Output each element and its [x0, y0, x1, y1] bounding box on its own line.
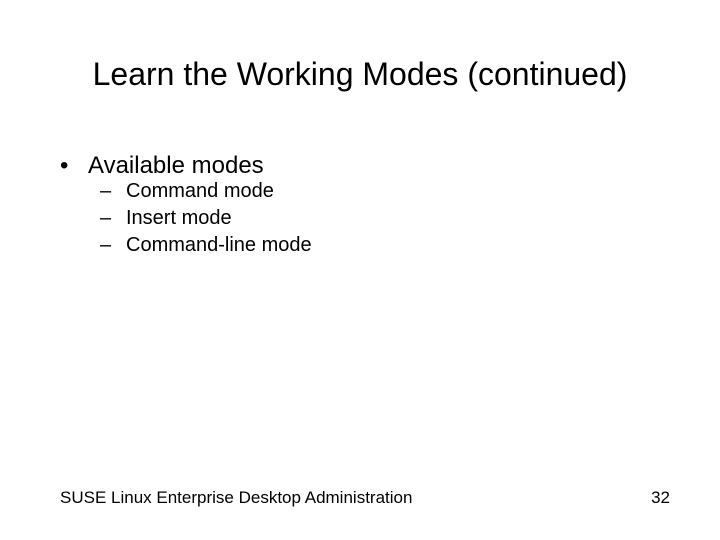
- dash-icon: –: [100, 180, 126, 203]
- bullet-label: Insert mode: [126, 207, 232, 230]
- bullet-label: Command mode: [126, 180, 274, 203]
- bullet-label: Available modes: [88, 152, 264, 180]
- list-item: • Available modes: [60, 152, 660, 180]
- bullet-label: Command-line mode: [126, 234, 312, 257]
- list-item: – Command-line mode: [100, 234, 660, 257]
- bullet-level-1: • Available modes – Command mode – Inser…: [60, 152, 660, 257]
- dash-icon: –: [100, 234, 126, 257]
- list-item: – Command mode: [100, 180, 660, 203]
- list-item: – Insert mode: [100, 207, 660, 230]
- page-number: 32: [651, 488, 670, 508]
- slide: Learn the Working Modes (continued) • Av…: [0, 0, 720, 540]
- dash-icon: –: [100, 207, 126, 230]
- bullet-level-2: – Command mode – Insert mode – Command-l…: [100, 180, 660, 257]
- slide-body: • Available modes – Command mode – Inser…: [60, 152, 660, 271]
- slide-title: Learn the Working Modes (continued): [0, 56, 720, 93]
- footer-text: SUSE Linux Enterprise Desktop Administra…: [60, 488, 412, 508]
- bullet-icon: •: [60, 154, 88, 178]
